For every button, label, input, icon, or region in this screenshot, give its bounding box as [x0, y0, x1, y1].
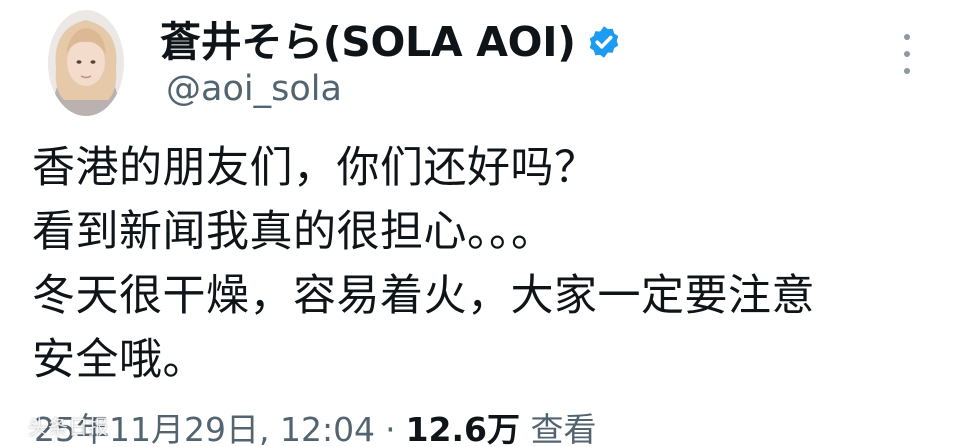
meta-separator: · — [385, 410, 396, 447]
avatar[interactable] — [48, 10, 124, 116]
watermark-text: 头条日报 — [28, 415, 108, 439]
weibo-icon — [2, 410, 24, 444]
tweet-text: 香港的朋友们，你们还好吗？ 看到新闻我真的很担心。。。 冬天很干燥，容易着火，大… — [32, 136, 932, 392]
watermark: 头条日报 — [2, 410, 108, 444]
display-name-text: 蒼井そら(SOLA AOI) — [160, 18, 576, 66]
handle[interactable]: @aoi_sola — [166, 64, 342, 114]
more-dot — [904, 51, 910, 57]
tweet-meta: 25年11月29日, 12:04 · 12.6万 查看 — [34, 408, 596, 447]
verified-badge-icon — [586, 18, 622, 74]
more-dot — [904, 34, 910, 40]
tweet-line: 看到新闻我真的很担心。。。 — [32, 207, 555, 257]
tweet-line: 冬天很干燥，容易着火，大家一定要注意 — [32, 271, 815, 321]
views-label[interactable]: 查看 — [530, 410, 596, 447]
tweet-line: 安全哦。 — [32, 335, 206, 385]
tweet-line: 香港的朋友们，你们还好吗？ — [32, 143, 598, 193]
more-dot — [904, 68, 910, 74]
more-vertical-icon[interactable] — [894, 34, 920, 74]
views-count[interactable]: 12.6万 — [406, 410, 520, 447]
